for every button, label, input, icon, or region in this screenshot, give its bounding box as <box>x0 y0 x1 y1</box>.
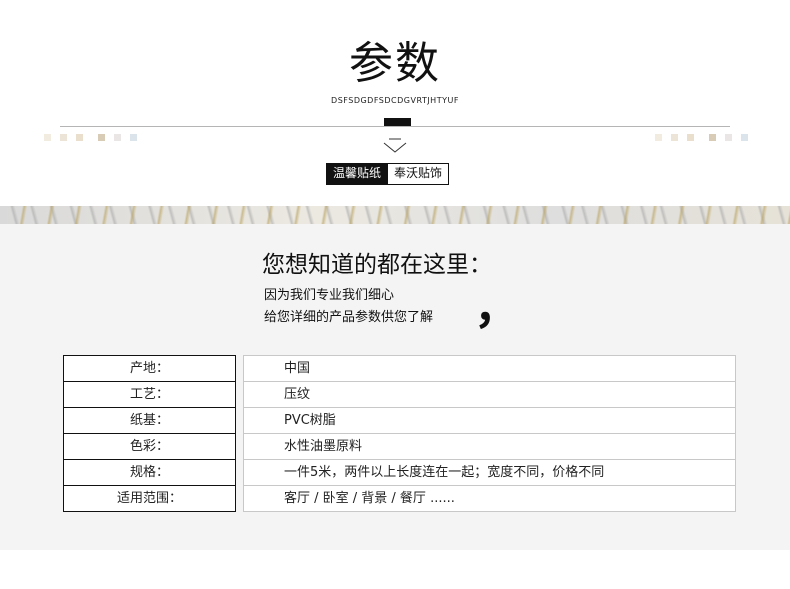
header-divider <box>60 126 730 127</box>
decor-square <box>741 134 748 141</box>
brand-tags: 温馨贴纸 奉沃贴饰 <box>326 163 450 185</box>
tag-primary: 温馨贴纸 <box>327 164 388 184</box>
param-value: 压纹 <box>244 381 735 407</box>
page-title: 参数 <box>349 38 441 89</box>
decor-square <box>76 134 83 141</box>
param-value: 中国 <box>284 361 311 376</box>
intro-line-1: 因为我们专业我们细心 <box>264 288 395 303</box>
param-value: 水性油墨原料 <box>244 433 735 459</box>
param-label: 适用范围： <box>64 485 235 511</box>
decor-square <box>687 134 694 141</box>
param-value: PVC树脂 <box>244 407 735 433</box>
decor-square <box>130 134 137 141</box>
decor-square <box>60 134 67 141</box>
decor-square <box>655 134 662 141</box>
decor-square <box>44 134 51 141</box>
intro-line-2: 给您详细的产品参数供您了解 <box>264 310 434 325</box>
tag-secondary: 奉沃贴饰 <box>387 164 449 184</box>
divider-tab <box>384 118 411 126</box>
param-value: 客厅 / 卧室 / 背景 / 餐厅 ...... <box>244 485 735 511</box>
param-label: 纸基： <box>64 407 235 433</box>
page-subtitle: DSFSDGDFSDCDGVRTJHTYUF <box>331 96 459 105</box>
decor-squares-left <box>44 134 144 142</box>
param-label: 规格： <box>64 459 235 485</box>
intro-heading: 您想知道的都在这里： <box>262 252 492 278</box>
param-label: 产地： <box>129 361 169 376</box>
chevron-down-icon <box>383 138 407 153</box>
decor-square <box>114 134 121 141</box>
params-value-column: 中国 压纹 PVC树脂 水性油墨原料 一件5米，两件以上长度连在一起；宽度不同，… <box>243 355 736 512</box>
decor-square <box>98 134 105 141</box>
decor-squares-right <box>655 134 755 142</box>
decor-square <box>671 134 678 141</box>
decor-square <box>709 134 716 141</box>
params-label-column: 产地： 工艺： 纸基： 色彩： 规格： 适用范围： <box>63 355 236 512</box>
decor-square <box>725 134 732 141</box>
param-label: 工艺： <box>64 381 235 407</box>
marble-banner <box>0 206 790 224</box>
param-label: 色彩： <box>64 433 235 459</box>
param-value: 一件5米，两件以上长度连在一起；宽度不同，价格不同 <box>244 459 735 485</box>
comma-mark: ， <box>474 280 520 334</box>
